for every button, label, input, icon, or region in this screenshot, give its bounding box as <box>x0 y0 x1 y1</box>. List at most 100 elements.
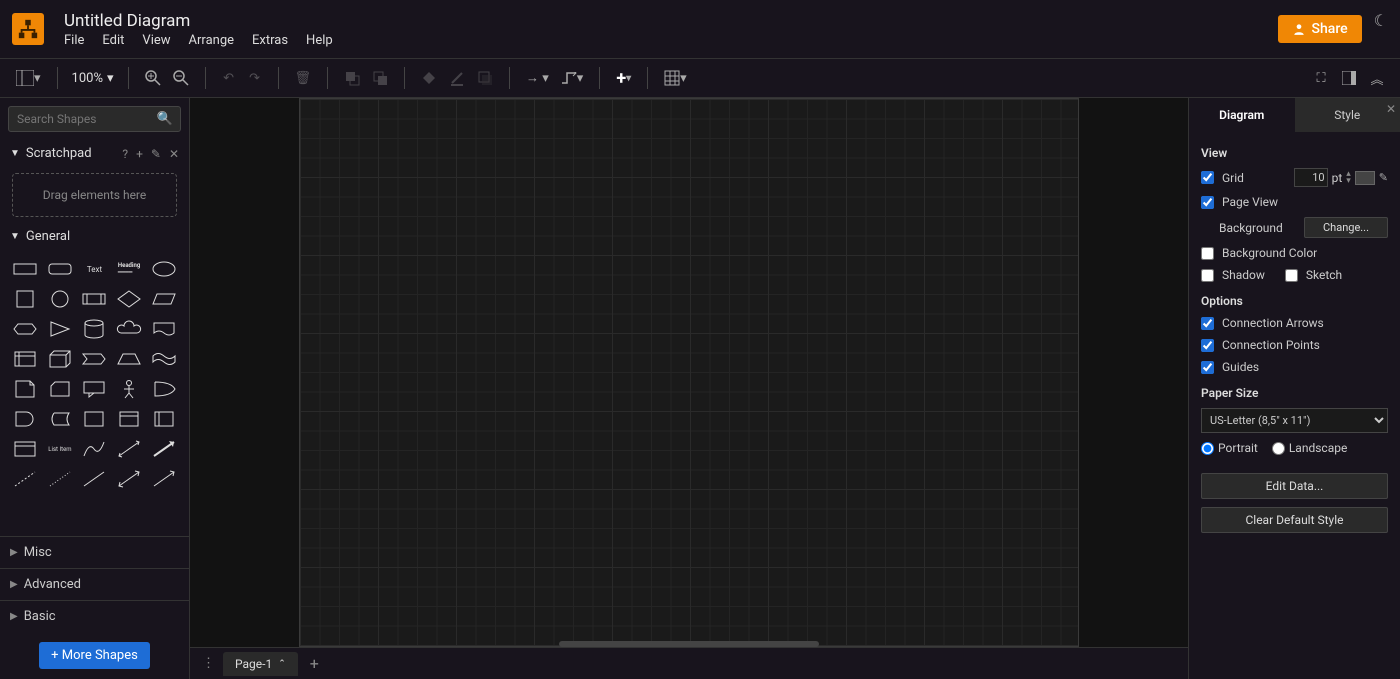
portrait-radio[interactable] <box>1201 442 1214 455</box>
theme-toggle-icon[interactable]: ☾ <box>1374 11 1388 30</box>
shape-list-item[interactable]: List Item <box>45 436 76 462</box>
table-icon[interactable]: ▾ <box>662 66 689 90</box>
shape-cylinder[interactable] <box>79 316 110 342</box>
shape-bidir-connector[interactable] <box>114 466 145 492</box>
shape-or[interactable] <box>148 376 179 402</box>
scratchpad-dropzone[interactable]: Drag elements here <box>12 173 177 217</box>
landscape-radio[interactable] <box>1272 442 1285 455</box>
shape-list[interactable] <box>10 436 41 462</box>
clear-default-style-button[interactable]: Clear Default Style <box>1201 507 1388 533</box>
shape-callout[interactable] <box>79 376 110 402</box>
portrait-radio-label[interactable]: Portrait <box>1201 441 1258 455</box>
shape-triangle[interactable] <box>45 316 76 342</box>
shape-card[interactable] <box>45 376 76 402</box>
shape-note[interactable] <box>10 376 41 402</box>
format-panel-toggle-icon[interactable] <box>1340 66 1358 90</box>
shape-diamond[interactable] <box>114 286 145 312</box>
tab-diagram[interactable]: Diagram <box>1189 98 1295 132</box>
menu-edit[interactable]: Edit <box>102 33 124 48</box>
line-color-icon[interactable] <box>447 66 467 90</box>
sidebar-toggle-icon[interactable]: ▾ <box>14 66 43 90</box>
drawing-canvas[interactable] <box>190 98 1188 647</box>
shape-cloud[interactable] <box>114 316 145 342</box>
menu-extras[interactable]: Extras <box>252 33 288 48</box>
waypoint-icon[interactable]: ▾ <box>559 66 586 90</box>
zoom-dropdown[interactable]: 100% ▾ <box>72 71 114 86</box>
shape-directional-connector[interactable] <box>148 466 179 492</box>
tab-style[interactable]: Style <box>1295 98 1400 132</box>
guides-checkbox[interactable] <box>1201 361 1214 374</box>
bg-color-checkbox[interactable] <box>1201 247 1214 260</box>
menu-help[interactable]: Help <box>306 33 333 48</box>
shape-arrow[interactable] <box>148 436 179 462</box>
edit-data-button[interactable]: Edit Data... <box>1201 473 1388 499</box>
shape-rounded-rectangle[interactable] <box>45 256 76 282</box>
fill-color-icon[interactable] <box>419 66 439 90</box>
stepper-down-icon[interactable]: ▾ <box>1346 178 1351 185</box>
shape-cube[interactable] <box>45 346 76 372</box>
shape-tape[interactable] <box>148 346 179 372</box>
connection-points-checkbox[interactable] <box>1201 339 1214 352</box>
landscape-radio-label[interactable]: Landscape <box>1272 441 1348 455</box>
app-logo[interactable] <box>12 13 44 45</box>
page-view-checkbox[interactable] <box>1201 196 1214 209</box>
shape-ellipse[interactable] <box>148 256 179 282</box>
general-header[interactable]: ▼ General <box>0 223 189 250</box>
shape-process[interactable] <box>79 286 110 312</box>
shape-internal-storage[interactable] <box>10 346 41 372</box>
shape-actor[interactable] <box>114 376 145 402</box>
close-icon[interactable]: ✕ <box>169 147 179 161</box>
shape-container[interactable] <box>79 406 110 432</box>
shape-curve[interactable] <box>79 436 110 462</box>
zoom-out-icon[interactable] <box>171 66 191 90</box>
delete-icon[interactable]: 🗑 <box>293 66 314 90</box>
shape-hexagon[interactable] <box>10 316 41 342</box>
shape-step[interactable] <box>79 346 110 372</box>
to-front-icon[interactable] <box>342 66 362 90</box>
search-icon[interactable]: 🔍 <box>157 112 173 127</box>
connection-arrows-checkbox[interactable] <box>1201 317 1214 330</box>
more-shapes-button[interactable]: + More Shapes <box>39 642 150 669</box>
insert-icon[interactable]: + ▾ <box>614 66 633 90</box>
document-title[interactable]: Untitled Diagram <box>64 11 333 31</box>
shape-hcontainer[interactable] <box>114 406 145 432</box>
shape-circle[interactable] <box>45 286 76 312</box>
panel-close-icon[interactable]: ✕ <box>1386 102 1396 116</box>
basic-section[interactable]: ▶Basic <box>0 600 189 632</box>
collapse-icon[interactable]: ︽ <box>1368 66 1386 90</box>
shadow-checkbox[interactable] <box>1201 269 1214 282</box>
menu-view[interactable]: View <box>142 33 170 48</box>
shape-rectangle[interactable] <box>10 256 41 282</box>
shape-and[interactable] <box>10 406 41 432</box>
add-page-icon[interactable]: + <box>302 650 327 677</box>
shape-dashed-line[interactable] <box>10 466 41 492</box>
shape-document[interactable] <box>148 316 179 342</box>
grid-checkbox[interactable] <box>1201 171 1214 184</box>
zoom-in-icon[interactable] <box>143 66 163 90</box>
shape-square[interactable] <box>10 286 41 312</box>
search-shapes-input[interactable] <box>8 106 181 132</box>
share-button[interactable]: Share <box>1278 15 1362 43</box>
scratchpad-header[interactable]: ▼ Scratchpad ? + ✎ ✕ <box>0 140 189 167</box>
grid-color-swatch[interactable] <box>1355 171 1375 185</box>
grid-size-input[interactable] <box>1294 168 1328 187</box>
edit-icon[interactable]: ✎ <box>151 147 161 161</box>
fullscreen-icon[interactable]: ⛶ <box>1312 66 1330 90</box>
menu-arrange[interactable]: Arrange <box>189 33 234 48</box>
paper-size-select[interactable]: US-Letter (8,5" x 11") <box>1201 408 1388 433</box>
shape-parallelogram[interactable] <box>148 286 179 312</box>
redo-icon[interactable]: ↷ <box>246 66 264 90</box>
undo-icon[interactable]: ↶ <box>220 66 238 90</box>
shape-text[interactable]: Text <box>79 256 110 282</box>
shape-trapezoid[interactable] <box>114 346 145 372</box>
shadow-icon[interactable] <box>475 66 495 90</box>
page-tab-1[interactable]: Page-1 ⌃ <box>223 652 298 676</box>
help-icon[interactable]: ? <box>122 147 128 161</box>
horizontal-scrollbar[interactable] <box>559 641 819 647</box>
shape-data-storage[interactable] <box>45 406 76 432</box>
advanced-section[interactable]: ▶Advanced <box>0 568 189 600</box>
diagram-page[interactable] <box>299 98 1079 647</box>
shape-dotted-line[interactable] <box>45 466 76 492</box>
pages-menu-icon[interactable]: ⋮ <box>198 652 219 675</box>
shape-bidirectional-arrow[interactable] <box>114 436 145 462</box>
